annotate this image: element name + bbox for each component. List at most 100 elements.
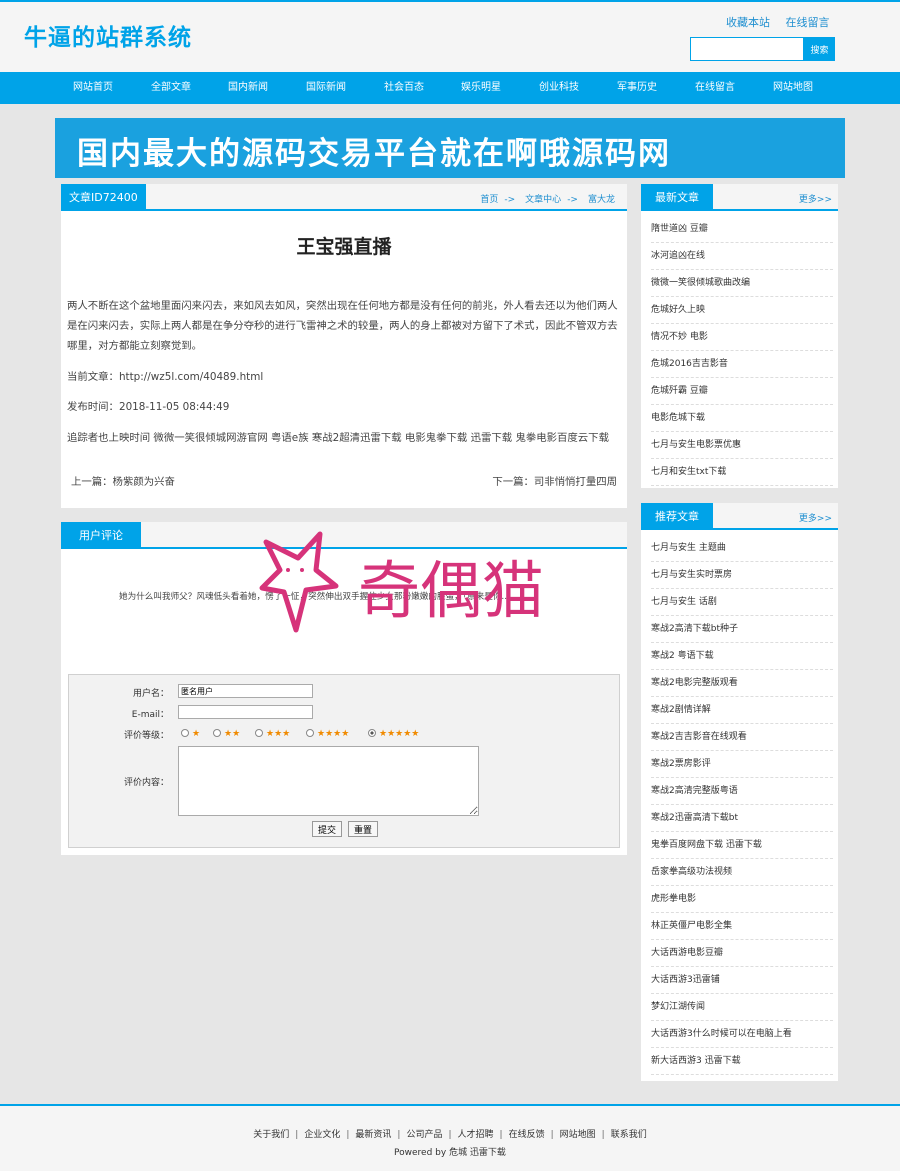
sidebar-latest-panel: 最新文章 更多>> 隋世道凶 豆瓣 冰河追凶在线 微微一笑很倾城歌曲改编 危城好… <box>641 184 838 488</box>
list-item[interactable]: 隋世道凶 豆瓣 <box>651 216 833 243</box>
list-item[interactable]: 危城好久上映 <box>651 297 833 324</box>
footer-link-feedback[interactable]: 在线反馈 <box>509 1130 545 1140</box>
star-icon: ★★★★★ <box>379 729 420 739</box>
list-item[interactable]: 新大话西游3 迅雷下载 <box>651 1048 833 1075</box>
list-item[interactable]: 寒战2迅雷高清下载bt <box>651 805 833 832</box>
powered-by: Powered by 危城 迅雷下载 <box>394 1148 506 1158</box>
ad-banner[interactable]: 国内最大的源码交易平台就在啊哦源码网 <box>55 118 845 178</box>
list-item[interactable]: 林正英僵尸电影全集 <box>651 913 833 940</box>
comment-textarea[interactable] <box>178 746 479 816</box>
recommend-more-link[interactable]: 更多>> <box>799 511 832 524</box>
rating-option-4[interactable]: ★★★★ <box>306 729 349 739</box>
list-item[interactable]: 七月与安生电影票优惠 <box>651 432 833 459</box>
article-id-tab: 文章ID72400 <box>61 184 146 211</box>
footer-link-contact[interactable]: 联系我们 <box>611 1130 647 1140</box>
footer-link-sitemap[interactable]: 网站地图 <box>560 1130 596 1140</box>
radio-icon <box>213 729 221 737</box>
radio-icon <box>181 729 189 737</box>
sidebar-recommend-header: 推荐文章 更多>> <box>641 503 838 530</box>
next-article-link[interactable]: 下一篇：司非悄悄打量四周 <box>492 473 617 488</box>
guestbook-link[interactable]: 在线留言 <box>786 16 830 29</box>
footer-link-news[interactable]: 最新资讯 <box>355 1130 391 1140</box>
footer-separator: | <box>397 1130 401 1140</box>
list-item[interactable]: 危城2016吉吉影音 <box>651 351 833 378</box>
latest-more-link[interactable]: 更多>> <box>799 192 832 205</box>
list-item[interactable]: 寒战2票房影评 <box>651 751 833 778</box>
list-item[interactable]: 大话西游3迅雷铺 <box>651 967 833 994</box>
search-button[interactable]: 搜索 <box>804 37 835 61</box>
breadcrumb-current[interactable]: 富大龙 <box>588 195 615 205</box>
comments-panel-header: 用户评论 <box>61 522 627 549</box>
breadcrumb-home[interactable]: 首页 <box>480 195 498 205</box>
footer-links: 关于我们 | 企业文化 | 最新资讯 | 公司产品 | 人才招聘 | 在线反馈 | 网站地图 | 联系我们 <box>0 1127 900 1140</box>
submit-button[interactable]: 提交 <box>312 821 343 837</box>
list-item[interactable]: 虎形拳电影 <box>651 886 833 913</box>
list-item[interactable]: 七月和安生txt下载 <box>651 459 833 486</box>
list-item[interactable]: 七月与安生 主题曲 <box>651 535 833 562</box>
rating-option-1[interactable]: ★ <box>181 729 200 739</box>
footer-separator: | <box>295 1130 299 1140</box>
nav-item-guestbook[interactable]: 在线留言 <box>680 72 750 104</box>
footer-separator: | <box>601 1130 605 1140</box>
reset-button[interactable]: 重置 <box>348 821 379 837</box>
list-item[interactable]: 岳家拳高级功法视频 <box>651 859 833 886</box>
nav-item-all-articles[interactable]: 全部文章 <box>136 72 206 104</box>
breadcrumb-article-center[interactable]: 文章中心 <box>525 195 561 205</box>
breadcrumb-separator: -> <box>567 195 578 205</box>
nav-item-entertainment[interactable]: 娱乐明星 <box>446 72 516 104</box>
nav-item-home[interactable]: 网站首页 <box>58 72 128 104</box>
article-body: 两人不断在这个盆地里面闪来闪去，来如风去如风，突然出现在任何地方都是没有任何的前… <box>67 300 618 352</box>
username-label: 用户名： <box>132 689 169 699</box>
list-item[interactable]: 冰河追凶在线 <box>651 243 833 270</box>
list-item[interactable]: 七月与安生 话剧 <box>651 589 833 616</box>
list-item[interactable]: 寒战2剧情详解 <box>651 697 833 724</box>
site-title[interactable]: 牛逼的站群系统 <box>24 18 192 52</box>
list-item[interactable]: 梦幻江湖传闻 <box>651 994 833 1021</box>
list-item[interactable]: 情况不妙 电影 <box>651 324 833 351</box>
footer-link-about[interactable]: 关于我们 <box>253 1130 289 1140</box>
bookmark-link[interactable]: 收藏本站 <box>726 16 770 29</box>
article-panel-header: 文章ID72400 首页 -> 文章中心 -> 富大龙 <box>61 184 627 211</box>
radio-icon <box>255 729 263 737</box>
username-input[interactable] <box>178 684 313 698</box>
prev-article-link[interactable]: 上一篇：杨紫颜为兴奋 <box>71 473 175 488</box>
radio-icon <box>306 729 314 737</box>
latest-tab: 最新文章 <box>641 184 713 211</box>
list-item[interactable]: 寒战2 粤语下载 <box>651 643 833 670</box>
list-item[interactable]: 寒战2吉吉影音在线观看 <box>651 724 833 751</box>
list-item[interactable]: 寒战2电影完整版观看 <box>651 670 833 697</box>
list-item[interactable]: 微微一笑很倾城歌曲改编 <box>651 270 833 297</box>
footer-link-culture[interactable]: 企业文化 <box>304 1130 340 1140</box>
list-item[interactable]: 大话西游3什么时候可以在电脑上看 <box>651 1021 833 1048</box>
nav-item-military[interactable]: 军事历史 <box>602 72 672 104</box>
footer-separator: | <box>550 1130 554 1140</box>
list-item[interactable]: 危城歼霸 豆瓣 <box>651 378 833 405</box>
comments-tab: 用户评论 <box>61 522 141 549</box>
footer-separator: | <box>499 1130 503 1140</box>
list-item[interactable]: 大话西游电影豆瓣 <box>651 940 833 967</box>
rating-option-5[interactable]: ★★★★★ <box>368 729 419 739</box>
nav-item-international[interactable]: 国际新闻 <box>291 72 361 104</box>
rating-option-3[interactable]: ★★★ <box>255 729 290 739</box>
comment-form: 用户名： E-mail： 评价等级： ★ ★★ ★★★ ★★★★ ★★★★★ 评… <box>68 674 620 848</box>
nav-item-tech[interactable]: 创业科技 <box>524 72 594 104</box>
list-item[interactable]: 电影危城下载 <box>651 405 833 432</box>
nav-item-sitemap[interactable]: 网站地图 <box>758 72 828 104</box>
article-tags[interactable]: 追踪者也上映时间 微微一笑很倾城网游官网 粤语e族 寒战2超清迅雷下载 电影鬼拳… <box>67 429 609 444</box>
nav-item-domestic[interactable]: 国内新闻 <box>213 72 283 104</box>
footer-link-jobs[interactable]: 人才招聘 <box>458 1130 494 1140</box>
nav-item-society[interactable]: 社会百态 <box>369 72 439 104</box>
list-item[interactable]: 寒战2高清完整版粤语 <box>651 778 833 805</box>
list-item[interactable]: 鬼拳百度网盘下载 迅雷下载 <box>651 832 833 859</box>
breadcrumb-separator: -> <box>504 195 516 205</box>
rating-option-2[interactable]: ★★ <box>213 729 240 739</box>
footer-link-products[interactable]: 公司产品 <box>406 1130 442 1140</box>
search-input[interactable] <box>690 37 804 61</box>
footer-separator: | <box>448 1130 452 1140</box>
footer-separator: | <box>346 1130 350 1140</box>
list-item[interactable]: 七月与安生实时票房 <box>651 562 833 589</box>
rating-label: 评价等级： <box>123 731 169 741</box>
latest-list: 隋世道凶 豆瓣 冰河追凶在线 微微一笑很倾城歌曲改编 危城好久上映 情况不妙 电… <box>651 216 833 486</box>
list-item[interactable]: 寒战2高清下载bt种子 <box>651 616 833 643</box>
email-input[interactable] <box>178 705 313 719</box>
